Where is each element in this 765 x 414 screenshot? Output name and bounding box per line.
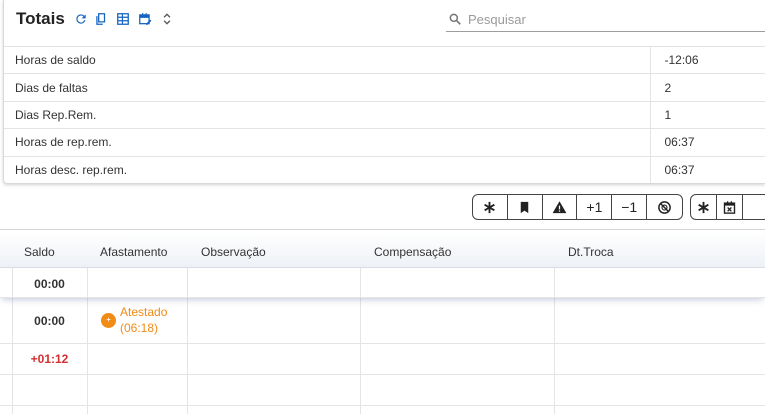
table-row[interactable] bbox=[0, 375, 765, 406]
bookmark-icon bbox=[520, 201, 529, 213]
bookmark-button[interactable] bbox=[508, 195, 543, 219]
table-row[interactable]: 00:00 bbox=[0, 268, 765, 298]
totals-title: Totais bbox=[16, 9, 65, 28]
search-icon bbox=[448, 12, 462, 26]
col-header-dt-troca[interactable]: Dt.Troca bbox=[568, 245, 614, 259]
calendar-edit-icon[interactable] bbox=[138, 12, 152, 26]
schedule-toolbar bbox=[690, 194, 765, 220]
totals-label: Horas de rep.rem. bbox=[15, 135, 112, 150]
search-input[interactable] bbox=[468, 9, 764, 29]
warning-button[interactable] bbox=[543, 195, 578, 219]
totals-value: -12:06 bbox=[649, 46, 765, 74]
block-icon bbox=[658, 200, 671, 214]
saldo-value: 00:00 bbox=[34, 314, 65, 328]
totals-value: 06:37 bbox=[649, 156, 765, 184]
totals-row: Horas desc. rep.rem. 06:37 bbox=[4, 156, 765, 184]
totals-row: Horas de rep.rem. 06:37 bbox=[4, 128, 765, 157]
medical-certificate-icon: + bbox=[101, 313, 116, 328]
totals-table: Horas de saldo -12:06 Dias de faltas 2 D… bbox=[4, 46, 765, 184]
refresh-icon[interactable] bbox=[74, 12, 88, 26]
totals-row: Dias de faltas 2 bbox=[4, 73, 765, 102]
totals-row: Horas de saldo -12:06 bbox=[4, 46, 765, 74]
asterisk-icon bbox=[698, 201, 709, 213]
plus-one-button[interactable]: +1 bbox=[577, 195, 613, 219]
warning-icon bbox=[552, 200, 567, 213]
toolbar-overflow[interactable] bbox=[743, 195, 765, 219]
asterisk-icon bbox=[484, 201, 496, 213]
grid-header: Saldo Afastamento Observação Compensação… bbox=[0, 232, 765, 268]
totals-label: Dias de faltas bbox=[15, 80, 88, 95]
afastamento-label: Atestado bbox=[120, 305, 168, 319]
calendar-remove-icon bbox=[723, 200, 736, 214]
afastamento-hours: (06:18) bbox=[120, 321, 159, 335]
copy-icon[interactable] bbox=[94, 12, 108, 26]
totals-value: 06:37 bbox=[649, 128, 765, 157]
table-row[interactable]: +01:12 bbox=[0, 344, 765, 375]
col-header-afastamento[interactable]: Afastamento bbox=[100, 245, 167, 259]
saldo-value: 00:00 bbox=[34, 277, 65, 291]
marking-toolbar: +1 −1 bbox=[472, 194, 683, 220]
totals-header: Totais bbox=[4, 0, 765, 46]
calendar-remove-button[interactable] bbox=[717, 195, 744, 219]
spreadsheet-icon[interactable] bbox=[116, 12, 130, 26]
col-header-compensacao[interactable]: Compensação bbox=[374, 245, 451, 259]
asterisk-button[interactable] bbox=[473, 195, 508, 219]
totals-row: Dias Rep.Rem. 1 bbox=[4, 101, 765, 129]
totals-panel: Totais Horas de saldo -12:06 bbox=[3, 0, 765, 184]
totals-label: Dias Rep.Rem. bbox=[15, 107, 97, 122]
col-header-observacao[interactable]: Observação bbox=[201, 245, 266, 259]
table-row[interactable]: 00:00 + Atestado (06:18) bbox=[0, 300, 765, 344]
section-divider bbox=[0, 229, 765, 230]
block-button[interactable] bbox=[647, 195, 682, 219]
totals-label: Horas desc. rep.rem. bbox=[15, 163, 128, 177]
saldo-value: +01:12 bbox=[30, 352, 69, 366]
totals-value: 2 bbox=[649, 73, 765, 102]
totals-label: Horas de saldo bbox=[15, 53, 96, 68]
col-header-saldo[interactable]: Saldo bbox=[24, 245, 55, 259]
asterisk-button-2[interactable] bbox=[691, 195, 718, 219]
totals-value: 1 bbox=[649, 101, 765, 129]
minus-one-button[interactable]: −1 bbox=[612, 195, 648, 219]
expand-collapse-icon[interactable] bbox=[160, 12, 174, 26]
search-box[interactable] bbox=[446, 6, 765, 32]
